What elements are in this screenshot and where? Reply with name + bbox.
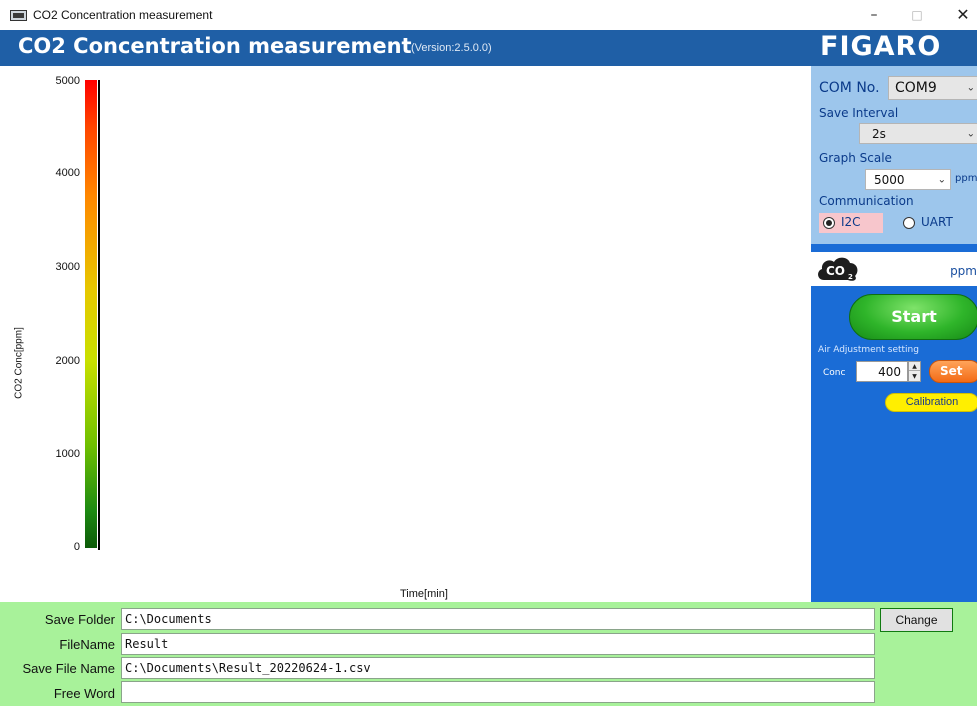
start-button[interactable]: Start [849, 294, 977, 340]
free-word-label: Free Word [53, 686, 115, 701]
maximize-button[interactable]: □ [903, 4, 931, 26]
chevron-down-icon: ⌄ [966, 128, 975, 139]
file-settings-bar: Save Folder C:\Documents Change FileName… [0, 602, 977, 706]
svg-text:CO: CO [826, 264, 845, 278]
version-label: (Version:2.5.0.0) [411, 42, 492, 54]
chevron-down-icon: ⌄ [937, 174, 946, 185]
y-tick-label: 5000 [55, 75, 80, 87]
save-folder-value: C:\Documents [125, 612, 212, 626]
concentration-color-bar [85, 80, 97, 548]
graph-scale-select[interactable]: 5000 ⌄ [865, 169, 951, 190]
chevron-down-icon: ⌄ [966, 82, 975, 94]
close-button[interactable]: ✕ [949, 4, 977, 26]
filename-value: Result [125, 637, 169, 651]
graph-scale-value: 5000 [874, 172, 905, 187]
graph-scale-label: Graph Scale [819, 151, 892, 165]
conc-input[interactable]: 400 [856, 361, 908, 382]
co2-cloud-icon: CO 2 [818, 257, 858, 281]
x-axis-title: Time[min] [400, 588, 448, 600]
free-word-field[interactable] [121, 681, 875, 703]
figaro-logo: FIGARO [820, 31, 942, 62]
conc-stepper[interactable]: ▲ ▼ [908, 361, 921, 382]
radio-unselected-icon [903, 217, 915, 229]
app-title: CO2 Concentration measurement [18, 34, 412, 58]
save-interval-value: 2s [872, 126, 886, 141]
save-interval-label: Save Interval [819, 106, 899, 120]
calibration-button[interactable]: Calibration [885, 393, 977, 412]
save-folder-field[interactable]: C:\Documents [121, 608, 875, 630]
stepper-up-icon[interactable]: ▲ [909, 362, 920, 371]
radio-i2c-label: I2C [841, 215, 861, 229]
save-interval-select[interactable]: 2s ⌄ [859, 123, 977, 144]
conc-label: Conc [823, 368, 846, 378]
communication-label: Communication [819, 194, 914, 208]
svg-text:2: 2 [848, 273, 853, 281]
minimize-button[interactable]: – [860, 4, 888, 26]
co2-readout: CO 2 ppm [811, 252, 977, 286]
window-title: CO2 Concentration measurement [33, 8, 213, 22]
set-button[interactable]: Set [929, 360, 977, 383]
save-file-name-label: Save File Name [22, 661, 115, 676]
com-port-value: COM9 [895, 80, 937, 96]
calibration-button-label: Calibration [905, 396, 959, 408]
radio-selected-icon [823, 217, 835, 229]
save-file-name-value: C:\Documents\Result_20220624-1.csv [125, 661, 371, 675]
y-tick-label: 4000 [55, 167, 80, 179]
y-tick-label: 1000 [55, 448, 80, 460]
app-window-icon [10, 10, 27, 21]
readout-unit: ppm [950, 264, 977, 278]
air-adjustment-title: Air Adjustment setting [818, 345, 919, 355]
control-panel: COM No. COM9 ⌄ Save Interval 2s ⌄ Graph … [811, 66, 977, 602]
window-title-bar: CO2 Concentration measurement – □ ✕ [0, 0, 977, 30]
y-tick-label: 3000 [55, 261, 80, 273]
change-folder-button[interactable]: Change [880, 608, 953, 632]
save-file-name-field[interactable]: C:\Documents\Result_20220624-1.csv [121, 657, 875, 679]
save-folder-label: Save Folder [44, 612, 115, 627]
settings-section: COM No. COM9 ⌄ Save Interval 2s ⌄ Graph … [811, 66, 977, 244]
set-button-label: Set [940, 364, 963, 378]
filename-label: FileName [59, 637, 115, 652]
stepper-down-icon[interactable]: ▼ [909, 372, 920, 381]
filename-field[interactable]: Result [121, 633, 875, 655]
conc-value: 400 [878, 365, 901, 379]
radio-i2c[interactable]: I2C [819, 213, 883, 233]
change-button-label: Change [895, 613, 938, 627]
com-port-label: COM No. [819, 80, 880, 96]
radio-uart-label: UART [921, 215, 953, 229]
y-tick-label: 0 [73, 541, 80, 553]
com-port-select[interactable]: COM9 ⌄ [888, 76, 977, 100]
y-tick-label: 2000 [55, 355, 80, 367]
start-button-label: Start [891, 307, 937, 326]
radio-uart[interactable]: UART [899, 213, 969, 233]
app-header: CO2 Concentration measurement (Version:2… [0, 30, 977, 66]
y-axis-line [98, 80, 100, 550]
graph-area: CO2 Conc[ppm] 5000 4000 3000 2000 1000 0… [0, 66, 811, 602]
graph-scale-unit: ppm [955, 173, 977, 184]
